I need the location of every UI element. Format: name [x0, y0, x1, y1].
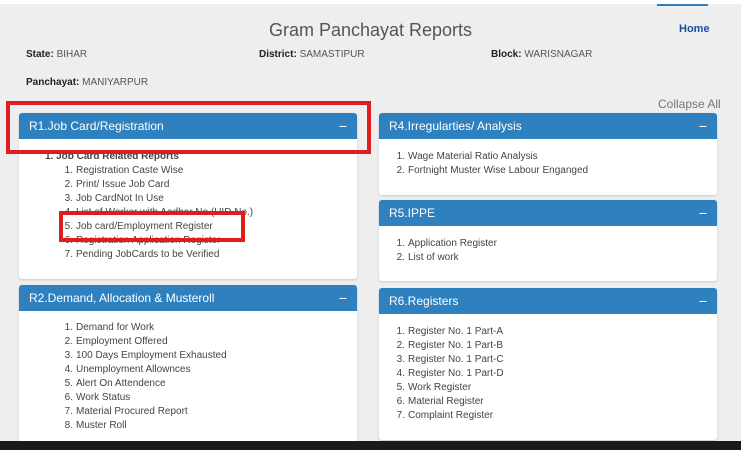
- list-item[interactable]: 5. Alert On Attendence: [61, 377, 227, 391]
- list-item[interactable]: 2. List of work: [393, 251, 497, 265]
- report-link[interactable]: Demand for Work: [76, 322, 154, 333]
- report-link[interactable]: Application Register: [408, 238, 497, 249]
- district-value: SAMASTIPUR: [299, 49, 365, 60]
- report-link[interactable]: Material Procured Report: [76, 406, 188, 417]
- panchayat-label: Panchayat:: [26, 77, 80, 88]
- panel-r2-header[interactable]: R2.Demand, Allocation & Musteroll −: [19, 285, 357, 311]
- collapse-icon[interactable]: −: [699, 119, 707, 133]
- taskbar-strip: [0, 441, 741, 450]
- report-link[interactable]: Registration Caste Wise: [76, 165, 183, 176]
- panel-r4-header[interactable]: R4.Irregularties/ Analysis −: [379, 113, 717, 139]
- panchayat-value: MANIYARPUR: [82, 77, 149, 88]
- r5-list: 1. Application Register 2. List of work: [393, 237, 497, 265]
- r4-list: 1. Wage Material Ratio Analysis 2. Fortnig…: [393, 150, 588, 178]
- state-info: State: BIHAR: [26, 49, 87, 60]
- report-link[interactable]: Register No. 1 Part-A: [408, 326, 503, 337]
- report-link[interactable]: Complaint Register: [408, 410, 493, 421]
- report-link[interactable]: Fortnight Muster Wise Labour Enganged: [408, 165, 588, 176]
- list-item[interactable]: 6. Work Status: [61, 391, 227, 405]
- district-info: District: SAMASTIPUR: [259, 49, 365, 60]
- list-item[interactable]: 2. Register No. 1 Part-B: [393, 339, 504, 353]
- district-label: District:: [259, 49, 297, 60]
- list-item[interactable]: 1. Application Register: [393, 237, 497, 251]
- block-value: WARISNAGAR: [524, 49, 593, 60]
- panel-r2-title: R2.Demand, Allocation & Musteroll: [29, 291, 215, 305]
- list-item[interactable]: 1. Registration Caste Wise: [61, 164, 253, 178]
- list-item[interactable]: 4. Register No. 1 Part-D: [393, 367, 504, 381]
- block-label: Block:: [491, 49, 522, 60]
- collapse-icon[interactable]: −: [339, 291, 347, 305]
- list-item[interactable]: 2. Print/ Issue Job Card: [61, 178, 253, 192]
- list-item[interactable]: 7. Complaint Register: [393, 409, 504, 423]
- list-item[interactable]: 3. 100 Days Employment Exhausted: [61, 349, 227, 363]
- state-label: State:: [26, 49, 54, 60]
- r6-list: 1. Register No. 1 Part-A 2. Register No. 1…: [393, 325, 504, 423]
- list-item[interactable]: 3. Job CardNot In Use: [61, 192, 253, 206]
- top-strip: [0, 0, 741, 4]
- report-link[interactable]: Alert On Attendence: [76, 378, 166, 389]
- highlight-box-job-card-register: [59, 211, 245, 242]
- report-link[interactable]: Print/ Issue Job Card: [76, 179, 169, 190]
- report-link[interactable]: Material Register: [408, 396, 484, 407]
- list-item[interactable]: 4. Unemployment Allownces: [61, 363, 227, 377]
- block-info: Block: WARISNAGAR: [491, 49, 592, 60]
- report-link[interactable]: Wage Material Ratio Analysis: [408, 151, 538, 162]
- list-item[interactable]: 1. Register No. 1 Part-A: [393, 325, 504, 339]
- list-item[interactable]: 7. Material Procured Report: [61, 405, 227, 419]
- list-item[interactable]: 7. Pending JobCards to be Verified: [61, 248, 253, 262]
- panchayat-info: Panchayat: MANIYARPUR: [26, 77, 148, 88]
- report-link[interactable]: Register No. 1 Part-D: [408, 368, 504, 379]
- panel-r4-title: R4.Irregularties/ Analysis: [389, 119, 522, 133]
- collapse-icon[interactable]: −: [699, 294, 707, 308]
- list-item[interactable]: 2. Employment Offered: [61, 335, 227, 349]
- panel-r5-title: R5.IPPE: [389, 206, 436, 220]
- list-item[interactable]: 6. Material Register: [393, 395, 504, 409]
- report-link[interactable]: Employment Offered: [76, 336, 168, 347]
- report-link[interactable]: Work Register: [408, 382, 471, 393]
- state-value: BIHAR: [56, 49, 88, 60]
- panel-r6-title: R6.Registers: [389, 294, 459, 308]
- report-link[interactable]: Register No. 1 Part-C: [408, 354, 504, 365]
- home-link[interactable]: Home: [679, 23, 710, 35]
- active-nav-indicator: [657, 4, 708, 6]
- list-item[interactable]: 8. Muster Roll: [61, 419, 227, 433]
- report-link[interactable]: List of work: [408, 252, 459, 263]
- report-link[interactable]: Register No. 1 Part-B: [408, 340, 503, 351]
- report-link[interactable]: Pending JobCards to be Verified: [76, 249, 219, 260]
- collapse-all-link[interactable]: Collapse All: [658, 97, 721, 111]
- list-item[interactable]: 3. Register No. 1 Part-C: [393, 353, 504, 367]
- report-link[interactable]: Job CardNot In Use: [76, 193, 164, 204]
- r2-list: 1. Demand for Work 2. Employment Offered 3…: [61, 321, 227, 433]
- collapse-icon[interactable]: −: [699, 206, 707, 220]
- report-link[interactable]: Muster Roll: [76, 420, 127, 431]
- report-link[interactable]: Work Status: [76, 392, 130, 403]
- panel-r6-header[interactable]: R6.Registers −: [379, 288, 717, 314]
- highlight-box-r1-header: [6, 101, 371, 154]
- panel-r5-header[interactable]: R5.IPPE −: [379, 200, 717, 226]
- report-link[interactable]: Unemployment Allownces: [76, 364, 191, 375]
- page-title: Gram Panchayat Reports: [268, 20, 473, 40]
- list-item[interactable]: 2. Fortnight Muster Wise Labour Enganged: [393, 164, 588, 178]
- list-item[interactable]: 1. Wage Material Ratio Analysis: [393, 150, 588, 164]
- list-item[interactable]: 1. Demand for Work: [61, 321, 227, 335]
- report-link[interactable]: 100 Days Employment Exhausted: [76, 350, 227, 361]
- list-item[interactable]: 5. Work Register: [393, 381, 504, 395]
